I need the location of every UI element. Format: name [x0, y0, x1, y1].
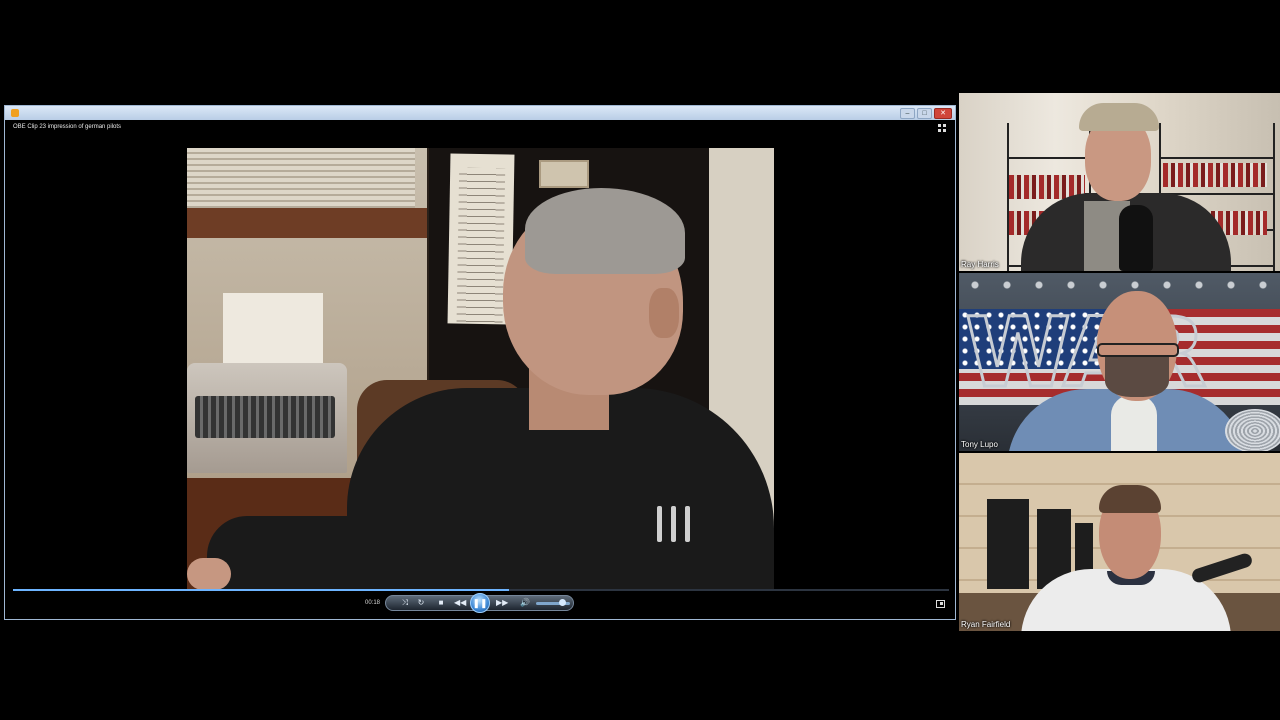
participant-name: Tony Lupo	[961, 440, 998, 449]
maximize-button[interactable]: □	[917, 108, 932, 119]
scene-pens	[653, 506, 699, 542]
acoustic-panel	[987, 499, 1029, 589]
video-title: OBE Clip 23 impression of german pilots	[13, 124, 122, 130]
scene-paper	[223, 293, 323, 373]
fullscreen-icon[interactable]	[936, 600, 945, 608]
participant-tile-1: Ray Harris	[959, 93, 1280, 271]
scene-sign	[539, 160, 589, 188]
scene-typewriter-keys	[195, 396, 335, 438]
minimize-button[interactable]: –	[900, 108, 915, 119]
scene-man-ear	[649, 288, 679, 338]
pause-button[interactable]: ❚❚	[470, 593, 490, 613]
next-icon[interactable]: ▶▶	[496, 598, 508, 608]
volume-slider-thumb[interactable]	[559, 599, 567, 606]
participant-tshirt	[1111, 395, 1157, 451]
microphone	[1225, 409, 1280, 451]
participant-name: Ray Harris	[961, 260, 999, 269]
shuffle-icon[interactable]: ⤨	[400, 598, 410, 608]
scene-shelf	[187, 208, 427, 238]
scene-man-arm	[207, 516, 367, 590]
volume-slider[interactable]	[536, 599, 570, 606]
scene-window-blinds	[187, 148, 415, 208]
seek-bar[interactable]	[13, 589, 949, 591]
video-frame[interactable]	[187, 148, 774, 590]
seek-bar-progress	[13, 589, 510, 591]
participant-tile-2: WAR Tony Lupo	[959, 273, 1280, 451]
window-title-bar[interactable]: – □ ✕	[5, 106, 955, 120]
participant-name: Ryan Fairfield	[961, 620, 1011, 629]
close-button[interactable]: ✕	[934, 108, 952, 119]
rivet-strip	[959, 279, 1280, 291]
scene-man-hand	[187, 558, 231, 590]
repeat-icon[interactable]: ↻	[416, 598, 426, 608]
previous-icon[interactable]: ◀◀	[454, 598, 466, 608]
books-row	[1163, 163, 1267, 187]
participant-glasses	[1097, 343, 1179, 357]
switch-mode-icon[interactable]	[938, 124, 947, 132]
stop-icon[interactable]: ■	[436, 598, 446, 608]
volume-icon[interactable]: 🔊	[520, 598, 530, 608]
scene-man-hair	[525, 188, 685, 274]
participant-tile-3: Ryan Fairfield	[959, 453, 1280, 631]
media-player-window[interactable]: – □ ✕ OBE Clip 23 impression of german p…	[4, 105, 956, 620]
app-icon	[11, 109, 19, 117]
participant-hair	[1099, 485, 1161, 513]
window-controls: – □ ✕	[900, 108, 952, 119]
participant-cap	[1079, 103, 1159, 131]
playback-controls: ⤨ ↻ ■ ◀◀ ❚❚ ▶▶ 🔊	[385, 593, 574, 613]
time-elapsed: 00:18	[365, 600, 381, 606]
microphone	[1119, 205, 1153, 271]
participant-beard	[1105, 357, 1169, 397]
